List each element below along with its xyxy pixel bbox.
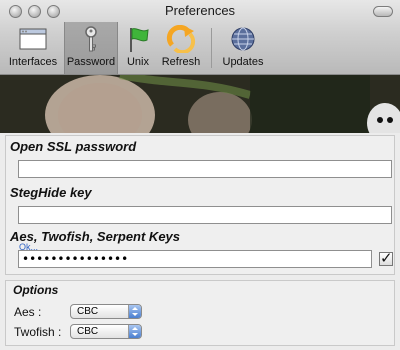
- flag-icon: [130, 28, 149, 52]
- toolbar-item-interfaces[interactable]: Interfaces: [4, 22, 62, 74]
- toolbar-separator: [211, 28, 212, 68]
- toolbar: Interfaces Password Unix Refresh Updates: [0, 22, 400, 74]
- toolbar-item-label: Unix: [126, 56, 149, 68]
- banner-image: [0, 75, 400, 133]
- toolbar-toggle-button[interactable]: [373, 6, 393, 17]
- steghide-key-label: StegHide key: [10, 185, 92, 200]
- refresh-icon: [166, 25, 196, 53]
- globe-icon: [231, 27, 255, 51]
- window-title: Preferences: [164, 3, 236, 18]
- key-icon: [85, 26, 97, 52]
- toolbar-item-updates[interactable]: Updates: [218, 22, 268, 74]
- options-label: Options: [13, 283, 59, 297]
- toolbar-item-label: Interfaces: [8, 56, 58, 68]
- password-section: Open SSL password StegHide key Aes, Twof…: [5, 135, 395, 275]
- window-icon: [19, 28, 47, 50]
- popup-arrows-icon: [128, 305, 141, 318]
- twofish-mode-value: CBC: [77, 326, 99, 337]
- openssl-password-field[interactable]: [18, 160, 392, 178]
- aes-mode-value: CBC: [77, 306, 99, 317]
- twofish-label: Twofish :: [14, 325, 62, 339]
- checkmark-icon: ✓: [380, 250, 393, 267]
- toolbar-item-label: Updates: [222, 56, 264, 68]
- toolbar-item-refresh[interactable]: Refresh: [158, 22, 204, 74]
- popup-arrows-icon: [128, 325, 141, 338]
- toolbar-item-label: Password: [66, 56, 116, 68]
- keys-password-field[interactable]: •••••••••••••••: [18, 250, 372, 268]
- steghide-key-field[interactable]: [18, 206, 392, 224]
- toolbar-item-label: Refresh: [161, 56, 201, 68]
- title-bar: Preferences Interfaces Password Unix Ref…: [0, 0, 400, 75]
- keys-checkbox[interactable]: ✓: [379, 250, 393, 267]
- banner-photo: [0, 75, 400, 133]
- toolbar-item-password[interactable]: Password: [64, 22, 118, 74]
- toolbar-item-unix[interactable]: Unix: [120, 22, 156, 74]
- aes-mode-select[interactable]: CBC: [70, 304, 142, 319]
- openssl-password-label: Open SSL password: [10, 139, 137, 154]
- options-section: Options Aes : CBC Twofish : CBC: [5, 280, 395, 346]
- aes-label: Aes :: [14, 305, 42, 319]
- preferences-window: Preferences Interfaces Password Unix Ref…: [0, 0, 400, 350]
- twofish-mode-select[interactable]: CBC: [70, 324, 142, 339]
